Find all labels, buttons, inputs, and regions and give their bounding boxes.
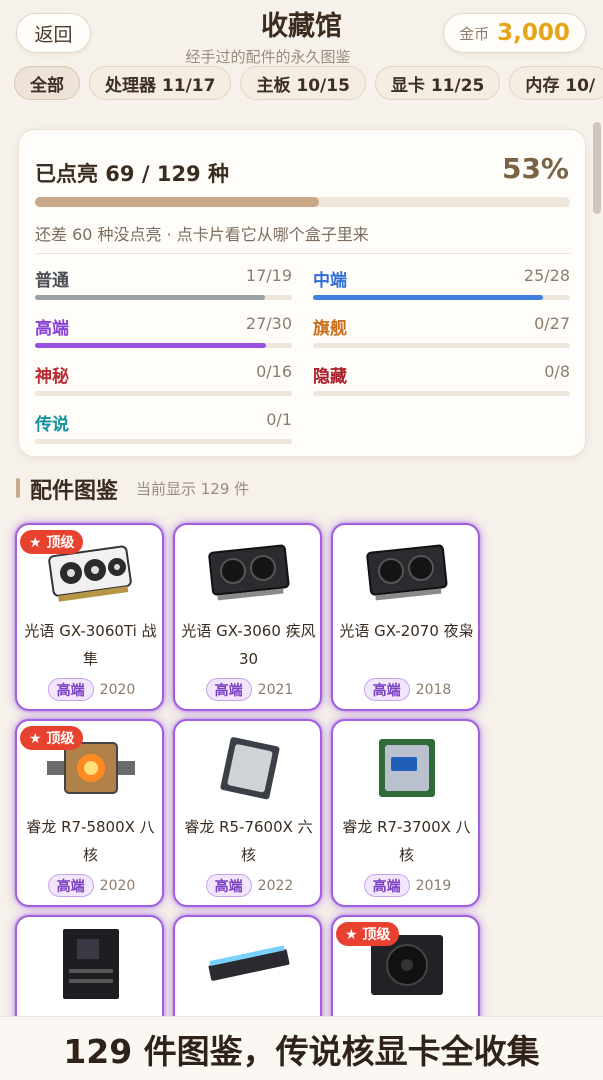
rarity-name: 传说 [35, 415, 69, 435]
top-badge: ★ 顶级 [20, 726, 84, 750]
tab-3[interactable]: 显卡 11/25 [374, 66, 501, 100]
part-meta: 高端 2022 [175, 874, 320, 897]
rarity-progress-bar [35, 343, 292, 348]
scrollbar-thumb[interactable] [593, 122, 601, 214]
coin-label: 金币 [459, 24, 490, 43]
ram-image [205, 929, 293, 999]
section-accent [16, 478, 20, 498]
section-title: 配件图鉴 [30, 479, 119, 504]
rarity-progress-bar [313, 391, 570, 396]
part-meta: 高端 2020 [17, 874, 162, 897]
rarity-count: 0/27 [534, 314, 570, 333]
part-name: 光语 GX-3060Ti 战隼 [24, 622, 157, 668]
rarity-name: 旗舰 [313, 319, 347, 339]
tier-badge: 高端 [47, 678, 94, 701]
tab-1[interactable]: 处理器 11/17 [89, 66, 232, 100]
part-card[interactable]: ★ 顶级睿龙 R7-5800X 八核高端 2020 [15, 719, 164, 907]
rarity-row: 传说 0/1 [35, 410, 292, 450]
rarity-progress-bar [313, 343, 570, 348]
coin-value: 3,000 [497, 20, 570, 46]
part-year: 2022 [257, 877, 294, 894]
rarity-row: 隐藏 0/8 [313, 362, 570, 402]
section-subtitle: 当前显示 129 件 [136, 480, 250, 498]
lit-count-title: 已点亮 69 / 129 种 [35, 162, 229, 186]
tier-badge: 高端 [205, 678, 252, 701]
rarity-row: 神秘 0/16 [35, 362, 292, 402]
cpu-silver-image [205, 733, 293, 803]
part-card[interactable]: 睿龙 R7-3700X 八核高端 2019 [331, 719, 480, 907]
rarity-row: 中端 25/28 [313, 266, 570, 306]
rarity-name: 隐藏 [313, 367, 347, 387]
tab-0[interactable]: 全部 [14, 66, 80, 100]
part-year: 2020 [99, 681, 136, 698]
tier-badge: 高端 [47, 874, 94, 897]
part-name: 睿龙 R7-3700X 八核 [342, 818, 471, 864]
part-name: 光语 GX-2070 夜枭 [339, 622, 474, 640]
top-badge: ★ 顶级 [20, 530, 84, 554]
part-year: 2019 [415, 877, 452, 894]
rarity-name: 神秘 [35, 367, 69, 387]
rarity-count: 0/8 [544, 362, 570, 381]
collection-progress-card: 已点亮 69 / 129 种 53% 还差 60 种没点亮 · 点卡片看它从哪个… [18, 129, 586, 457]
part-year: 2020 [99, 877, 136, 894]
mobo-image [47, 929, 135, 999]
part-meta: 高端 2020 [17, 678, 162, 701]
rarity-progress-bar [35, 439, 292, 444]
part-card[interactable]: 睿龙 R5-7600X 六核高端 2022 [173, 719, 322, 907]
part-name: 睿龙 R7-5800X 八核 [26, 818, 155, 864]
part-card[interactable]: ★ 顶级光语 GX-3060Ti 战隼高端 2020 [15, 523, 164, 711]
part-year: 2018 [415, 681, 452, 698]
gpu-dark-image [205, 537, 293, 607]
rarity-row: 旗舰 0/27 [313, 314, 570, 354]
rarity-row: 普通 17/19 [35, 266, 292, 306]
tab-4[interactable]: 内存 10/ [509, 66, 603, 100]
divider [35, 253, 570, 254]
top-badge: ★ 顶级 [336, 922, 400, 946]
part-meta: 高端 2021 [175, 678, 320, 701]
progress-section: 已点亮 69 / 129 种 53% 还差 60 种没点亮 · 点卡片看它从哪个… [0, 112, 603, 457]
cpu-blue-image [363, 733, 451, 803]
coin-balance: 金币 3,000 [443, 13, 586, 53]
rarity-count: 0/16 [256, 362, 292, 381]
part-year: 2021 [257, 681, 294, 698]
category-tabs: 全部 处理器 11/17 主板 10/15 显卡 11/25 内存 10/ [14, 66, 603, 102]
gpu-dark-image [363, 537, 451, 607]
tier-badge: 高端 [205, 874, 252, 897]
part-name: 光语 GX-3060 疾风30 [181, 622, 316, 668]
promo-caption: 129 件图鉴，传说核显卡全收集 [0, 1016, 603, 1080]
rarity-progress-fill [313, 295, 543, 300]
part-name: 睿龙 R5-7600X 六核 [184, 818, 313, 864]
tier-badge: 高端 [363, 678, 410, 701]
tier-badge: 高端 [363, 874, 410, 897]
overall-progress-bar [35, 197, 570, 207]
rarity-count: 27/30 [245, 314, 292, 333]
overall-progress-fill [35, 197, 319, 207]
part-meta: 高端 2019 [333, 874, 478, 897]
rarity-progress-fill [35, 295, 265, 300]
rarity-progress-bar [313, 295, 570, 300]
header: 返回 收藏馆 经手过的配件的永久图鉴 金币 3,000 [0, 0, 603, 66]
rarity-count: 25/28 [523, 266, 570, 285]
part-card[interactable]: 光语 GX-2070 夜枭高端 2018 [331, 523, 480, 711]
part-meta: 高端 2018 [333, 678, 478, 701]
tab-2[interactable]: 主板 10/15 [240, 66, 366, 100]
progress-hint: 还差 60 种没点亮 · 点卡片看它从哪个盒子里来 [35, 225, 369, 244]
rarity-count: 17/19 [245, 266, 292, 285]
rarity-count: 0/1 [266, 410, 292, 429]
progress-percent: 53% [501, 152, 569, 185]
rarity-row: 高端 27/30 [35, 314, 292, 354]
rarity-progress-bar [35, 391, 292, 396]
rarity-name: 中端 [313, 271, 347, 291]
rarity-name: 高端 [35, 319, 69, 339]
rarity-progress-fill [35, 343, 267, 348]
rarity-name: 普通 [35, 271, 69, 291]
rarity-progress-bar [35, 295, 292, 300]
part-card[interactable]: 光语 GX-3060 疾风30 高端 2021 [173, 523, 322, 711]
